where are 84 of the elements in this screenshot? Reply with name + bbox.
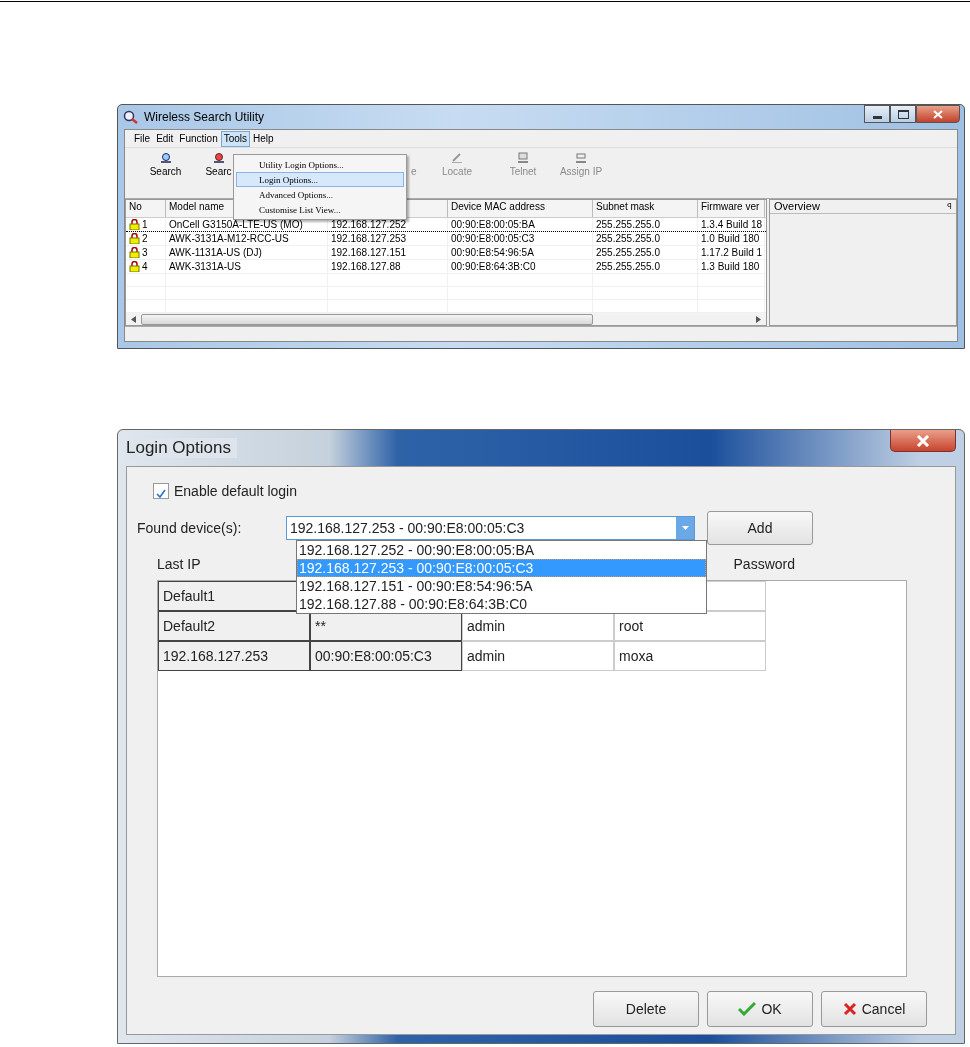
table-row[interactable]: 4 AWK-3131A-US 192.168.127.88 00:90:E8:64:3B:C0 255.255.255.0 1.3 Build 180 (126, 260, 766, 274)
table-cell: 00:90:E8:54:96:5A (451, 246, 534, 259)
column-header[interactable]: Subnet mask (593, 200, 698, 217)
table-cell: 255.255.255.0 (596, 232, 660, 245)
table-row[interactable]: 2 AWK-3131A-M12-RCC-US 192.168.127.253 00:90:E8:00:05:C3 255.255.255.0 1.0 Build 180 (126, 231, 766, 246)
table-cell: root (614, 611, 766, 641)
table-cell: 2 (142, 232, 148, 245)
device-icon (211, 152, 226, 164)
checkmark-icon (738, 1002, 757, 1016)
menu-item[interactable]: Customise List View... (236, 202, 404, 217)
monitor-icon (516, 152, 530, 164)
add-button[interactable]: Add (707, 511, 813, 545)
table-cell: AWK-3131A-US (169, 260, 241, 273)
delete-button[interactable]: Delete (593, 991, 699, 1027)
table-cell: AWK-3131A-M12-RCC-US (169, 232, 289, 245)
menu-item[interactable]: Function (176, 130, 221, 147)
minimize-button[interactable] (864, 105, 890, 123)
close-button[interactable] (890, 430, 956, 452)
column-header: Last IP (157, 556, 201, 574)
column-header[interactable]: Device MAC address (448, 200, 593, 217)
table-cell: 192.168.127.253 (331, 232, 407, 245)
left-arrow-icon[interactable] (131, 315, 136, 323)
lock-icon (129, 219, 140, 230)
table-cell: 255.255.255.0 (596, 218, 660, 231)
table-cell: 192.168.127.88 (331, 260, 401, 273)
checkbox-label: Enable default login (174, 483, 297, 499)
menu-item[interactable]: File (131, 130, 154, 147)
column-header: Password (733, 556, 795, 574)
table-row[interactable]: 3 AWK-1131A-US (DJ) 192.168.127.151 00:90:E8:54:96:5A 255.255.255.0 1.17.2 Build 1 (126, 246, 766, 260)
column-header[interactable]: No (126, 200, 166, 217)
table-cell: 1.0 Build 180 (701, 232, 760, 245)
table-cell: Default2 (158, 611, 310, 641)
lock-icon (129, 233, 140, 244)
table-cell: OnCell G3150A-LTE-US (MO) (169, 218, 303, 231)
right-arrow-icon[interactable] (756, 315, 761, 323)
table-cell: 192.168.127.253 (158, 641, 310, 671)
device-dropdown[interactable]: 192.168.127.253 - 00:90:E8:00:05:C3 (286, 516, 695, 540)
menu-item[interactable]: Edit (153, 130, 177, 147)
table-cell: moxa (614, 641, 766, 671)
table-cell: 1.3 Build 180 (701, 260, 760, 273)
table-cell: admin (462, 611, 614, 641)
table-cell: 255.255.255.0 (596, 260, 660, 273)
table-cell: 00:90:E8:00:05:C3 (451, 232, 535, 245)
lock-icon (129, 247, 140, 258)
table-cell: 3 (142, 246, 148, 259)
table-cell: 255.255.255.0 (596, 246, 660, 259)
table-cell: 192.168.127.252 (331, 218, 407, 231)
toolbar-button[interactable]: Search (139, 148, 192, 198)
close-icon (916, 434, 930, 447)
table-cell: 4 (142, 260, 148, 273)
dropdown-option[interactable]: 192.168.127.252 - 00:90:E8:00:05:BA (297, 541, 706, 559)
x-icon (842, 1002, 857, 1016)
table-cell: 1.3.4 Build 18 (701, 218, 763, 231)
pen-icon (450, 152, 464, 164)
menu-item[interactable]: Tools (220, 130, 251, 147)
network-icon (574, 152, 588, 164)
dialog-title: Login Options (126, 438, 237, 458)
magnifier-icon (122, 109, 140, 125)
dropdown-option[interactable]: 192.168.127.88 - 00:90:E8:64:3B:C0 (297, 595, 706, 613)
panel-title: Overview (774, 200, 820, 213)
table-cell: AWK-1131A-US (DJ) (169, 246, 262, 259)
close-icon (933, 109, 943, 119)
pin-icon[interactable]: ꟼ (947, 200, 952, 213)
table-cell: 00:90:E8:64:3B:C0 (451, 260, 536, 273)
dropdown-option[interactable]: 192.168.127.151 - 00:90:E8:54:96:5A (297, 577, 706, 595)
horizontal-scrollbar[interactable] (126, 313, 766, 325)
close-button[interactable] (916, 105, 960, 123)
search-icon (158, 152, 173, 164)
ok-button[interactable]: OK (707, 991, 813, 1027)
column-header[interactable]: Firmware ver (698, 200, 765, 217)
table-cell: 00:90:E8:00:05:C3 (310, 641, 462, 671)
checkbox[interactable] (153, 483, 169, 499)
menu-item[interactable]: Help (250, 130, 277, 147)
table-cell: admin (462, 641, 614, 671)
field-label: Found device(s): (137, 520, 243, 536)
cancel-button[interactable]: Cancel (821, 991, 927, 1027)
lock-icon (129, 261, 140, 272)
table-cell: 1 (142, 218, 148, 231)
table-cell: 1.17.2 Build 1 (701, 246, 763, 259)
table-cell: 192.168.127.151 (331, 246, 407, 259)
maximize-button[interactable] (890, 105, 916, 123)
menu-item[interactable]: Login Options... (236, 172, 404, 187)
window-title: Wireless Search Utility (144, 110, 265, 124)
table-cell: 00:90:E8:00:05:BA (451, 218, 535, 231)
